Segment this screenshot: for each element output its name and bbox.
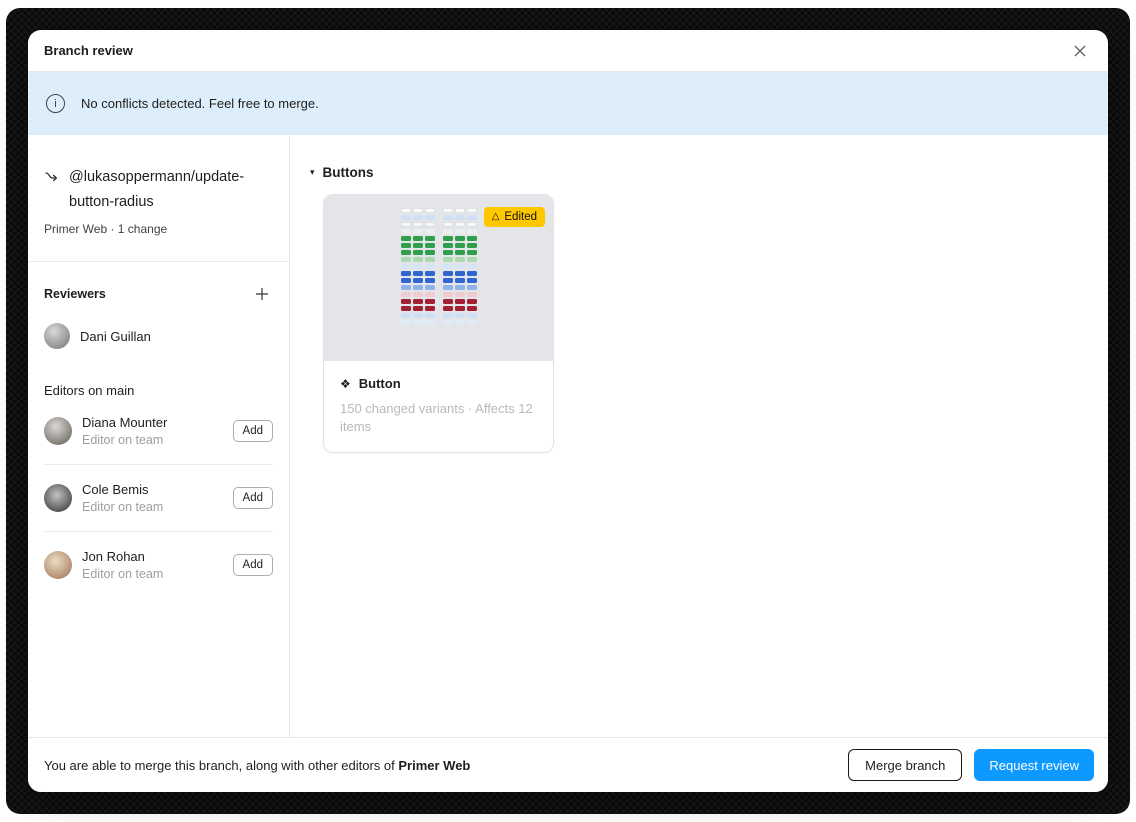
warning-triangle-icon: △ bbox=[492, 212, 500, 222]
avatar bbox=[44, 323, 70, 349]
editor-name: Jon Rohan bbox=[82, 549, 163, 564]
button-variants-grid bbox=[401, 208, 477, 361]
edited-badge-label: Edited bbox=[504, 211, 537, 223]
merge-branch-button[interactable]: Merge branch bbox=[848, 749, 962, 781]
branch-arrow-icon bbox=[44, 169, 60, 215]
branch-review-dialog: Branch review i No conflicts detected. F… bbox=[28, 30, 1108, 792]
reviewers-heading: Reviewers bbox=[44, 287, 106, 301]
avatar bbox=[44, 417, 72, 445]
component-preview: △ Edited bbox=[324, 195, 553, 361]
editor-row: Diana Mounter Editor on team Add bbox=[44, 398, 273, 465]
reviewer-name: Dani Guillan bbox=[80, 329, 151, 344]
card-footer: ❖ Button 150 changed variants · Affects … bbox=[324, 361, 553, 452]
section-buttons[interactable]: ▾ Buttons bbox=[310, 165, 1108, 180]
add-reviewer-button[interactable]: Add bbox=[233, 554, 273, 576]
dialog-content: @lukasoppermann/update-button-radius Pri… bbox=[28, 135, 1108, 737]
editor-text: Cole Bemis Editor on team bbox=[82, 482, 163, 514]
component-change-card[interactable]: △ Edited ❖ Button 150 changed variants ·… bbox=[323, 194, 554, 453]
chevron-down-icon: ▾ bbox=[310, 168, 315, 177]
editor-name: Cole Bemis bbox=[82, 482, 163, 497]
editor-role: Editor on team bbox=[82, 433, 167, 447]
component-title-row: ❖ Button bbox=[340, 376, 537, 391]
add-reviewer-button[interactable]: Add bbox=[233, 420, 273, 442]
info-icon: i bbox=[46, 94, 65, 113]
branch-meta: Primer Web · 1 change bbox=[44, 222, 273, 236]
avatar bbox=[44, 551, 72, 579]
avatar bbox=[44, 484, 72, 512]
dialog-title: Branch review bbox=[44, 43, 133, 58]
footer-project-name: Primer Web bbox=[398, 758, 470, 773]
editor-row: Cole Bemis Editor on team Add bbox=[44, 465, 273, 532]
component-icon: ❖ bbox=[340, 378, 351, 390]
sidebar-divider bbox=[28, 261, 289, 262]
plus-icon[interactable] bbox=[251, 283, 273, 305]
info-banner: i No conflicts detected. Feel free to me… bbox=[28, 72, 1108, 135]
editor-role: Editor on team bbox=[82, 567, 163, 581]
branch-name: @lukasoppermann/update-button-radius bbox=[69, 165, 251, 215]
editor-role: Editor on team bbox=[82, 500, 163, 514]
section-label: Buttons bbox=[323, 165, 374, 180]
component-name: Button bbox=[359, 376, 401, 391]
banner-text: No conflicts detected. Feel free to merg… bbox=[81, 96, 319, 111]
reviewers-header: Reviewers bbox=[44, 283, 273, 305]
footer-message: You are able to merge this branch, along… bbox=[44, 758, 470, 773]
editors-heading: Editors on main bbox=[44, 383, 273, 398]
dialog-footer: You are able to merge this branch, along… bbox=[28, 737, 1108, 792]
editor-row: Jon Rohan Editor on team Add bbox=[44, 532, 273, 598]
editor-text: Jon Rohan Editor on team bbox=[82, 549, 163, 581]
close-icon[interactable] bbox=[1068, 39, 1092, 63]
branch-row: @lukasoppermann/update-button-radius bbox=[44, 165, 273, 215]
request-review-button[interactable]: Request review bbox=[974, 749, 1094, 781]
dialog-header: Branch review bbox=[28, 30, 1108, 72]
changes-panel: ▾ Buttons △ Edited ❖ Button bbox=[290, 135, 1108, 737]
editor-text: Diana Mounter Editor on team bbox=[82, 415, 167, 447]
footer-message-prefix: You are able to merge this branch, along… bbox=[44, 758, 398, 773]
reviewer-row: Dani Guillan bbox=[44, 323, 273, 349]
screenshot-stage: Branch review i No conflicts detected. F… bbox=[0, 0, 1136, 822]
editor-name: Diana Mounter bbox=[82, 415, 167, 430]
sidebar: @lukasoppermann/update-button-radius Pri… bbox=[28, 135, 290, 737]
add-reviewer-button[interactable]: Add bbox=[233, 487, 273, 509]
edited-badge: △ Edited bbox=[484, 207, 545, 227]
footer-actions: Merge branch Request review bbox=[848, 749, 1094, 781]
component-meta: 150 changed variants · Affects 12 items bbox=[340, 400, 537, 436]
